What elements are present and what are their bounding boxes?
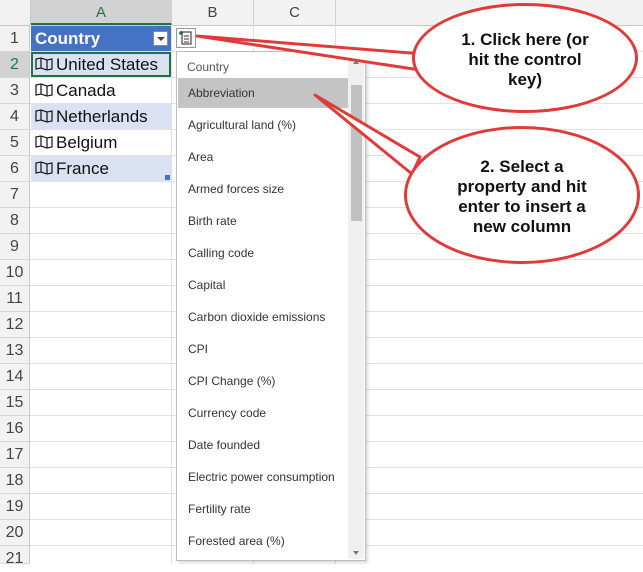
callout-line: hit the control	[468, 50, 582, 69]
instruction-callout-2: 2. Select a property and hit enter to in…	[404, 126, 640, 264]
callout-line: property and hit	[457, 177, 587, 196]
instruction-callout-1: 1. Click here (or hit the control key)	[412, 3, 638, 113]
callout-line: 1. Click here (or	[461, 30, 589, 49]
callout-line: 2. Select a	[480, 157, 564, 176]
callout-line: new column	[472, 217, 572, 236]
callout-pointer-2	[313, 93, 422, 176]
callout-line: enter to insert a	[458, 197, 586, 216]
callout-pointer-1	[195, 34, 425, 72]
callout-line: key)	[507, 70, 543, 89]
